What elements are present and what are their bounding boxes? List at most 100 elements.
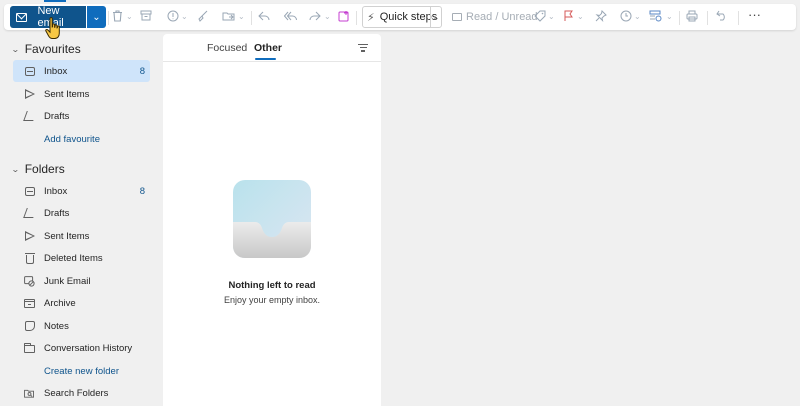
folder-item-inbox[interactable]: Inbox 8 <box>13 180 150 202</box>
folder-item-label: Drafts <box>44 207 70 219</box>
mail-icon <box>16 12 28 22</box>
chevron-down-icon: ⌄ <box>10 44 20 54</box>
toolbar-divider <box>108 11 109 25</box>
folder-pane: ⌄ Favourites Inbox 8 Sent Items Drafts A… <box>4 34 160 406</box>
favourite-item-drafts[interactable]: Drafts <box>13 105 150 127</box>
inbox-tabs: Focused Other <box>163 34 381 62</box>
tab-focused[interactable]: Focused <box>207 42 247 54</box>
folder-item-label: Junk Email <box>44 275 91 287</box>
toolbar-divider <box>356 11 357 25</box>
move-to-dropdown-icon[interactable]: ⌄ <box>238 12 245 21</box>
folder-item-label: Deleted Items <box>44 252 103 264</box>
note-icon <box>24 321 35 332</box>
folder-item-search-folders[interactable]: Search Folders <box>13 382 150 404</box>
new-email-dropdown-button[interactable]: ⌄ <box>87 6 106 28</box>
empty-inbox-illustration <box>233 180 311 258</box>
archive-icon <box>24 298 35 309</box>
rules-dropdown-icon[interactable]: ⌄ <box>666 12 673 21</box>
favourite-item-label: Inbox <box>44 65 68 77</box>
folder-item-label: Sent Items <box>44 230 90 242</box>
chevron-down-icon[interactable]: ⌄ <box>430 7 441 27</box>
tab-other[interactable]: Other <box>254 42 282 54</box>
favourite-item-label: Sent Items <box>44 88 90 100</box>
favourite-item-sent-items[interactable]: Sent Items <box>13 83 150 105</box>
favourite-item-inbox[interactable]: Inbox 8 <box>13 60 150 82</box>
forward-dropdown-icon[interactable]: ⌄ <box>324 12 331 21</box>
snooze-dropdown-icon[interactable]: ⌄ <box>634 12 641 21</box>
quick-steps-button[interactable]: ⚡︎ Quick steps ⌄ <box>362 6 442 28</box>
inbox-icon <box>24 186 35 197</box>
command-toolbar: New email ⌄ ⌄ ⌄ ⌄ ⌄ ⚡︎ Quick steps ⌄ <box>4 4 796 30</box>
message-list-pane: Focused Other Nothing left to read Enjoy… <box>163 34 381 406</box>
toolbar-divider <box>738 11 739 25</box>
chevron-down-icon: ⌄ <box>92 11 101 23</box>
reply-all-icon[interactable] <box>283 10 297 24</box>
inbox-icon <box>24 66 35 77</box>
flag-dropdown-icon[interactable]: ⌄ <box>577 12 584 21</box>
unread-count: 8 <box>139 65 145 77</box>
send-icon <box>24 231 35 242</box>
archive-icon[interactable] <box>140 10 152 24</box>
reading-pane <box>384 34 800 406</box>
toolbar-divider <box>251 11 252 25</box>
folder-item-junk-email[interactable]: Junk Email <box>13 270 150 292</box>
folder-item-notes[interactable]: Notes <box>13 315 150 337</box>
unread-count: 8 <box>139 185 145 197</box>
more-options-icon[interactable]: ··· <box>748 8 761 22</box>
tag-icon[interactable] <box>534 10 546 25</box>
drafts-icon <box>22 111 37 122</box>
envelope-icon <box>452 13 462 21</box>
folder-item-label: Search Folders <box>44 387 109 399</box>
favourites-header[interactable]: ⌄ Favourites <box>10 42 81 56</box>
reply-icon[interactable] <box>258 10 270 24</box>
report-icon[interactable] <box>167 10 179 25</box>
snooze-clock-icon[interactable] <box>620 10 632 25</box>
trash-icon <box>24 252 35 264</box>
folder-item-label: Notes <box>44 320 69 332</box>
lightning-icon: ⚡︎ <box>367 11 375 24</box>
folder-item-archive[interactable]: Archive <box>13 292 150 314</box>
folder-item-label: Archive <box>44 297 76 309</box>
folder-item-drafts[interactable]: Drafts <box>13 202 150 224</box>
flag-icon[interactable] <box>563 10 574 25</box>
folder-icon <box>24 343 35 354</box>
rules-icon[interactable] <box>649 10 662 25</box>
read-unread-button[interactable]: Read / Unread <box>452 11 538 23</box>
folder-item-conversation-history[interactable]: Conversation History <box>13 337 150 359</box>
send-icon <box>24 89 35 100</box>
toolbar-divider <box>679 11 680 25</box>
folder-item-deleted-items[interactable]: Deleted Items <box>13 247 150 269</box>
folder-item-label: Inbox <box>44 185 68 197</box>
folders-header[interactable]: ⌄ Folders <box>10 162 65 176</box>
add-favourite-link[interactable]: Add favourite <box>44 134 100 145</box>
undo-icon[interactable] <box>716 10 728 24</box>
favourite-item-label: Drafts <box>44 110 70 122</box>
drafts-icon <box>22 208 37 219</box>
create-new-folder-link[interactable]: Create new folder <box>44 366 119 377</box>
empty-state-title: Nothing left to read <box>228 280 316 291</box>
junk-icon <box>24 275 35 287</box>
empty-state-subtitle: Enjoy your empty inbox. <box>223 295 321 305</box>
tag-dropdown-icon[interactable]: ⌄ <box>548 12 555 21</box>
favourites-header-label: Favourites <box>24 42 81 56</box>
quick-steps-label: Quick steps <box>379 11 438 23</box>
active-tab-indicator <box>44 0 66 2</box>
forward-app-icon[interactable] <box>338 10 350 25</box>
filter-icon[interactable] <box>358 44 368 54</box>
delete-dropdown-icon[interactable]: ⌄ <box>126 12 133 21</box>
chevron-down-icon: ⌄ <box>10 164 20 174</box>
pin-icon[interactable] <box>595 9 607 25</box>
hand-cursor-icon <box>45 17 60 39</box>
sweep-icon[interactable] <box>197 10 209 25</box>
report-dropdown-icon[interactable]: ⌄ <box>181 12 188 21</box>
move-to-icon[interactable] <box>222 10 235 25</box>
folder-item-label: Conversation History <box>44 342 133 354</box>
print-icon[interactable] <box>686 10 698 25</box>
tab-active-indicator <box>255 58 276 60</box>
search-folder-icon <box>24 388 35 399</box>
forward-icon[interactable] <box>309 10 321 24</box>
folders-header-label: Folders <box>24 162 65 176</box>
delete-icon[interactable] <box>112 10 123 25</box>
toolbar-divider <box>707 11 708 25</box>
folder-item-sent-items[interactable]: Sent Items <box>13 225 150 247</box>
